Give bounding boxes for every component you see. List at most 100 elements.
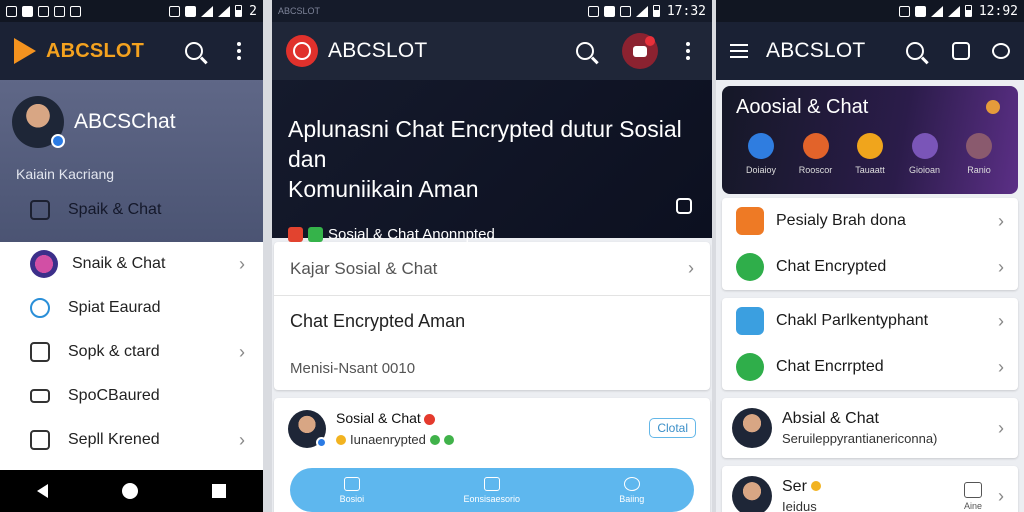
back-icon[interactable] (37, 484, 48, 498)
status-app-label: ABCSLOT (278, 6, 321, 16)
contact-name: Absial & Chat (782, 410, 879, 427)
list-item-label: Chat Encrypted (776, 258, 887, 275)
contact-row: Absial & Chat Seruileppyrantianericonna)… (722, 398, 1018, 458)
chat-sub: Iunaenrypted (350, 432, 426, 447)
promo-title: Aoosial & Chat (736, 96, 869, 118)
contact-card[interactable]: Absial & Chat Seruileppyrantianericonna)… (722, 398, 1018, 458)
drawer-item-label: Snaik & Chat (72, 255, 166, 272)
edit-icon (911, 133, 938, 159)
list-item[interactable]: Chat Encrypted Aman (274, 296, 710, 346)
hero-title-line: Aplunasni Chat Encrypted dutur Sosial da… (288, 116, 682, 172)
chat-card[interactable]: Sosial & Chat Iunaenrypted Clotal Bosioi… (274, 398, 710, 512)
chat-bubble-icon[interactable] (992, 43, 1010, 59)
check-icon (802, 133, 829, 159)
shortcut-ranio[interactable]: Ranio (954, 133, 1004, 175)
tab-baiing[interactable]: Baiing (619, 476, 645, 504)
app-bar: ABCSLOT (0, 22, 263, 80)
drawer-item-snaik-chat[interactable]: Snaik & Chat › (0, 242, 263, 286)
drawer-item-spocbaured[interactable]: SpoCBaured (0, 374, 263, 418)
drawer-item-label: Sepll Krened (68, 431, 160, 448)
list-item[interactable]: Chat Encrypted › (722, 244, 1018, 290)
avatar (288, 410, 327, 448)
status-dot-icon (443, 434, 454, 445)
list-item-sub: Menisi-Nsant 0010 (290, 359, 416, 377)
notification-icon (70, 5, 81, 17)
hero-banner[interactable]: Aplunasni Chat Encrypted dutur Sosial da… (272, 80, 712, 243)
wifi-icon (201, 5, 214, 17)
tab-bosioi[interactable]: Bosioi (340, 476, 364, 504)
search-icon[interactable] (576, 42, 594, 60)
heart-chat-icon (30, 298, 50, 318)
signal-icon (635, 5, 648, 17)
drawer-item-label: Spiat Eaurad (68, 299, 161, 316)
contact-text: Absial & Chat Seruileppyrantianericonna) (782, 410, 998, 446)
drawer-item-sopk-ctard[interactable]: Sopk & ctard › (0, 330, 263, 374)
chevron-right-icon: › (998, 356, 1004, 377)
contact-sub: Seruileppyrantianericonna) (782, 431, 938, 446)
chat-icon (483, 476, 500, 491)
home-button-icon[interactable] (122, 483, 138, 499)
tab-eonsisaesorio[interactable]: Eonsisaesorio (463, 476, 520, 504)
chat-text: Sosial & Chat Iunaenrypted (336, 410, 454, 447)
share-icon[interactable] (676, 198, 692, 214)
info-card: Kajar Sosial & Chat › Chat Encrypted Ama… (274, 242, 710, 390)
hero-title: Aplunasni Chat Encrypted dutur Sosial da… (288, 114, 696, 204)
app-icon (736, 207, 764, 235)
bottom-tab-bar: Bosioi Eonsisaesorio Baiing (290, 468, 694, 512)
chat-name: Sosial & Chat (336, 410, 454, 426)
battery-icon (235, 5, 243, 17)
shortcut-label: Doiaioy (745, 165, 776, 175)
drawer-header: ABCSChat Kaiain Kacriang Spaik & Chat (0, 80, 263, 242)
status-bar: 2 (0, 0, 263, 22)
chevron-right-icon: › (239, 341, 245, 362)
tab-label: Eonsisaesorio (463, 493, 520, 504)
shortcut-doiaioy[interactable]: Doiaioy (736, 133, 786, 175)
shortcut-label: Tauaatt (855, 165, 885, 175)
notification-icon (22, 5, 33, 17)
chat-action-button[interactable]: Clotal (649, 418, 696, 438)
shortcut-label: Rooscor (798, 165, 833, 175)
chat-button[interactable] (622, 33, 658, 69)
hero-title-line: Komuniikain Aman (288, 176, 479, 202)
list-item-label: Chakl Parlkentyphant (776, 312, 929, 329)
shortcut-tauaatt[interactable]: Tauaatt (845, 133, 895, 175)
screen-drawer: 2 ABCSLOT ABCSChat Kaiain Kacriang Spaik… (0, 0, 263, 512)
status-time: 12:92 (978, 3, 1018, 19)
status-time: 2 (249, 3, 257, 19)
list-item[interactable]: Pesialy Brah dona › (722, 198, 1018, 244)
menu-icon[interactable] (730, 44, 748, 58)
notification-icon (54, 5, 65, 17)
list-group: Chakl Parlkentyphant › Chat Encrrpted › (722, 298, 1018, 390)
status-dot-icon (811, 481, 822, 491)
signal-icon (218, 5, 231, 17)
list-item[interactable]: Chakl Parlkentyphant › (722, 298, 1018, 344)
drawer-profile[interactable]: ABCSChat (12, 96, 251, 148)
shortcut-gioioan[interactable]: Gioioan (900, 133, 950, 175)
more-menu-icon[interactable] (229, 42, 249, 60)
promo-banner[interactable]: Aoosial & Chat Doiaioy Rooscor Tauaatt G… (722, 86, 1018, 194)
drawer-item-label: Spaik & Chat (68, 201, 162, 218)
compose-icon[interactable] (952, 42, 970, 60)
search-icon[interactable] (906, 42, 924, 60)
app-badge-icon (308, 227, 323, 242)
drawer-item-spiat-eaurad[interactable]: Spiat Eaurad (0, 286, 263, 330)
contact-card[interactable]: Ser Ieidus Aine › (722, 466, 1018, 512)
drawer-item-active[interactable]: Spaik & Chat (0, 188, 263, 232)
list-item[interactable]: Chat Encrrpted › (722, 344, 1018, 390)
recents-icon[interactable] (212, 484, 226, 498)
app-bar: ABCSLOT (716, 22, 1024, 80)
shield-icon (966, 133, 992, 159)
list-item[interactable]: Kajar Sosial & Chat › (274, 242, 710, 296)
app-bar: ABCSLOT (272, 22, 712, 80)
timer-icon (30, 430, 50, 450)
search-icon[interactable] (185, 42, 203, 60)
tab-label: Baiing (619, 493, 645, 504)
drawer-item-sepll-krened[interactable]: Sepll Krened › (0, 418, 263, 462)
chevron-right-icon: › (998, 417, 1004, 438)
aux-action[interactable]: Aine (963, 481, 982, 511)
more-menu-icon[interactable] (678, 42, 698, 60)
status-dot-icon (336, 434, 346, 445)
status-bar: 12:92 (716, 0, 1024, 22)
notification-icon (38, 5, 49, 17)
shortcut-rooscor[interactable]: Rooscor (791, 133, 841, 175)
